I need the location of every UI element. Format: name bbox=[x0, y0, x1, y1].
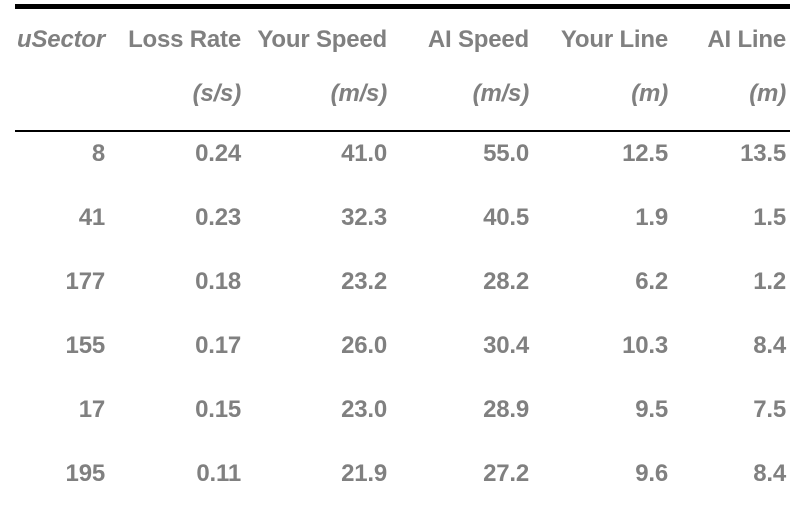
column-header-your-speed: Your Speed bbox=[257, 26, 387, 53]
cell-your-line: 6.2 bbox=[635, 268, 668, 295]
cell-usector: 8 bbox=[91, 140, 105, 167]
cell-your-line: 12.5 bbox=[622, 140, 668, 167]
cell-usector: 155 bbox=[65, 332, 106, 359]
cell-ai-line: 7.5 bbox=[753, 396, 786, 423]
cell-ai-line: 8.4 bbox=[753, 332, 786, 359]
cell-ai-speed: 27.2 bbox=[483, 460, 529, 487]
cell-your-line: 9.5 bbox=[635, 396, 668, 423]
cell-ai-speed: 30.4 bbox=[483, 332, 529, 359]
table-row: 177 0.18 23.2 28.2 6.2 1.2 bbox=[0, 250, 798, 314]
cell-ai-speed: 55.0 bbox=[483, 140, 529, 167]
column-unit-your-speed: (m/s) bbox=[330, 80, 388, 107]
table-header-names-row: uSector Loss Rate Your Speed AI Speed Yo… bbox=[0, 14, 798, 66]
cell-your-speed: 23.0 bbox=[341, 396, 387, 423]
column-header-your-line: Your Line bbox=[560, 26, 668, 53]
column-unit-your-line: (m) bbox=[631, 80, 668, 107]
cell-ai-speed: 28.9 bbox=[483, 396, 529, 423]
table-top-rule bbox=[15, 4, 790, 9]
cell-ai-line: 13.5 bbox=[740, 140, 786, 167]
cell-your-line: 1.9 bbox=[635, 204, 668, 231]
cell-your-speed: 23.2 bbox=[341, 268, 387, 295]
table-row: 155 0.17 26.0 30.4 10.3 8.4 bbox=[0, 314, 798, 378]
column-header-ai-speed: AI Speed bbox=[427, 26, 529, 53]
cell-usector: 195 bbox=[65, 460, 106, 487]
cell-your-speed: 21.9 bbox=[341, 460, 387, 487]
cell-usector: 177 bbox=[65, 268, 106, 295]
table-body: 8 0.24 41.0 55.0 12.5 13.5 41 0.23 32.3 … bbox=[0, 122, 798, 506]
cell-your-speed: 26.0 bbox=[341, 332, 387, 359]
cell-ai-line: 1.2 bbox=[753, 268, 786, 295]
cell-your-line: 10.3 bbox=[622, 332, 668, 359]
table-header: uSector Loss Rate Your Speed AI Speed Yo… bbox=[0, 14, 798, 122]
column-header-loss-rate: Loss Rate bbox=[128, 26, 241, 53]
column-unit-usector bbox=[0, 66, 117, 122]
cell-your-speed: 41.0 bbox=[341, 140, 387, 167]
cell-ai-line: 1.5 bbox=[753, 204, 786, 231]
cell-usector: 17 bbox=[78, 396, 105, 423]
table-header-units-row: (s/s) (m/s) (m/s) (m) (m) bbox=[0, 66, 798, 122]
cell-loss-rate: 0.11 bbox=[196, 460, 241, 487]
column-unit-ai-line: (m) bbox=[749, 80, 786, 107]
table-row: 8 0.24 41.0 55.0 12.5 13.5 bbox=[0, 122, 798, 186]
cell-ai-speed: 28.2 bbox=[483, 268, 529, 295]
stats-table-container: uSector Loss Rate Your Speed AI Speed Yo… bbox=[0, 0, 798, 525]
sector-comparison-table: uSector Loss Rate Your Speed AI Speed Yo… bbox=[0, 14, 798, 506]
cell-loss-rate: 0.17 bbox=[195, 332, 241, 359]
cell-loss-rate: 0.15 bbox=[195, 396, 241, 423]
cell-ai-line: 8.4 bbox=[753, 460, 786, 487]
cell-ai-speed: 40.5 bbox=[483, 204, 529, 231]
cell-your-line: 9.6 bbox=[635, 460, 668, 487]
column-header-usector: uSector bbox=[17, 26, 105, 53]
column-header-ai-line: AI Line bbox=[707, 26, 786, 53]
table-row: 195 0.11 21.9 27.2 9.6 8.4 bbox=[0, 442, 798, 506]
column-unit-loss-rate: (s/s) bbox=[192, 80, 242, 107]
cell-loss-rate: 0.23 bbox=[195, 204, 241, 231]
cell-loss-rate: 0.24 bbox=[195, 140, 241, 167]
cell-usector: 41 bbox=[78, 204, 105, 231]
cell-loss-rate: 0.18 bbox=[195, 268, 241, 295]
column-unit-ai-speed: (m/s) bbox=[472, 80, 530, 107]
cell-your-speed: 32.3 bbox=[341, 204, 387, 231]
table-row: 17 0.15 23.0 28.9 9.5 7.5 bbox=[0, 378, 798, 442]
table-row: 41 0.23 32.3 40.5 1.9 1.5 bbox=[0, 186, 798, 250]
